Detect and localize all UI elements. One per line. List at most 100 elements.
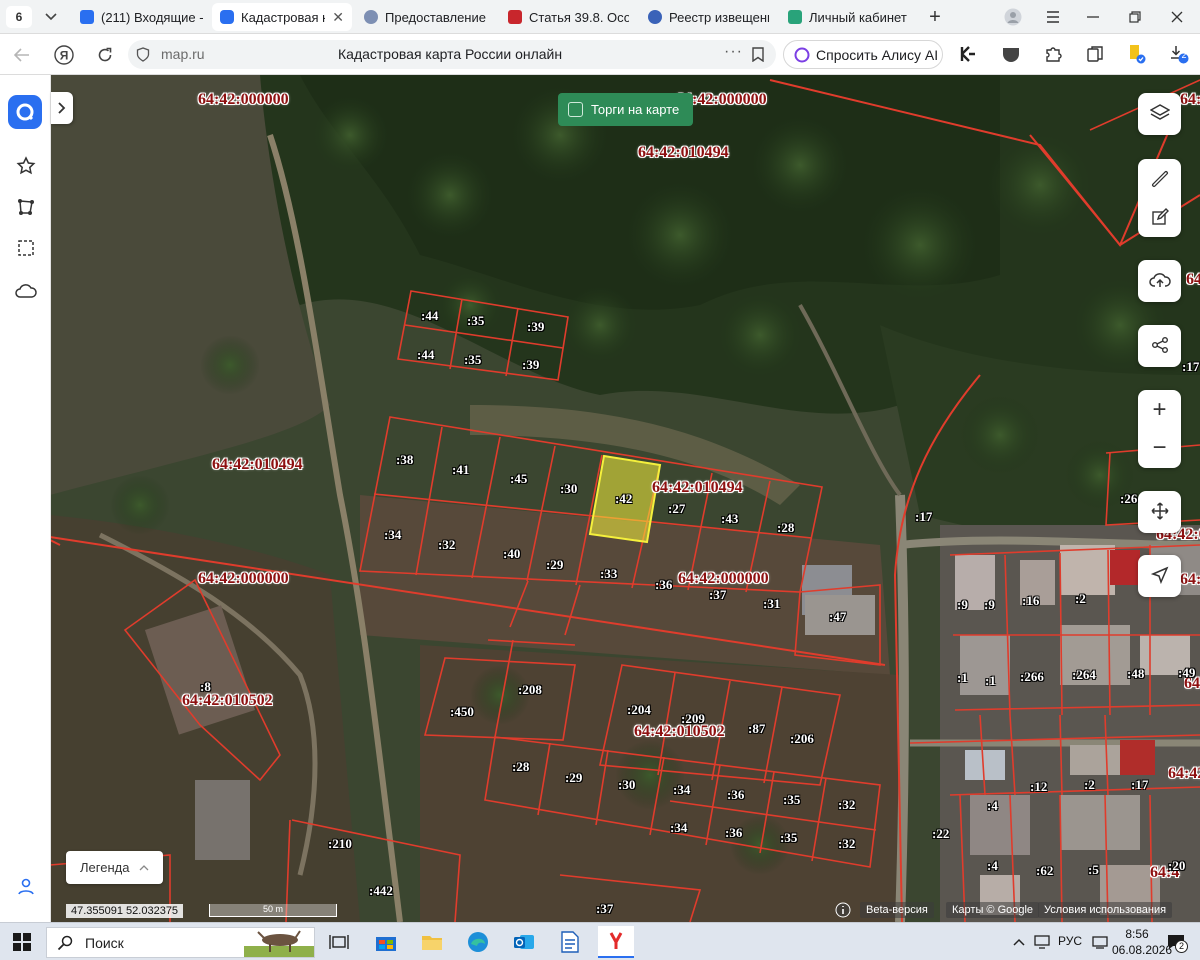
selected-parcel-42[interactable] — [588, 454, 662, 544]
windows-taskbar: Поиск РУС 8:56 06.08.2026 2 — [0, 922, 1200, 960]
auctions-on-map-toggle[interactable]: Торги на карте — [558, 93, 693, 126]
eagle-icon — [648, 10, 662, 24]
windows-start-icon[interactable] — [8, 928, 36, 956]
new-tab-plus-icon[interactable]: + — [924, 6, 946, 28]
legend-label: Легенда — [80, 860, 130, 875]
pan-control[interactable] — [1138, 491, 1181, 533]
search-icon — [57, 935, 73, 950]
downloads-badge: 2 — [1181, 50, 1187, 60]
select-area-icon[interactable] — [13, 235, 39, 261]
alice-label: Спросить Алису AI — [816, 46, 939, 63]
notification-count-badge: 2 — [1175, 940, 1188, 953]
zoom-control: + − — [1138, 390, 1181, 468]
tray-display-icon[interactable] — [1032, 928, 1052, 956]
ruler-icon[interactable] — [1138, 159, 1181, 199]
geolocation-control[interactable] — [1138, 555, 1181, 597]
microsoft-store-icon[interactable] — [372, 928, 400, 956]
close-window-icon[interactable] — [1166, 6, 1188, 28]
menu-icon[interactable] — [1042, 6, 1064, 28]
close-tab-icon[interactable]: ✕ — [332, 9, 344, 26]
restore-icon[interactable] — [1124, 6, 1146, 28]
tab-predostavlenie[interactable]: Предоставление — [356, 3, 496, 31]
search-label: Поиск — [85, 934, 124, 951]
extensions-puzzle-icon[interactable] — [1042, 43, 1064, 65]
downloads-icon[interactable]: 2 — [1168, 43, 1190, 65]
svg-text:Я: Я — [60, 49, 69, 63]
taskbar-search-box[interactable]: Поиск — [46, 927, 315, 958]
auctions-checkbox[interactable] — [568, 102, 583, 117]
tab-label: Личный кабинет — [809, 9, 907, 25]
beta-label: Beta-версия — [860, 902, 934, 918]
tab-label: Статья 39.8. Особ — [529, 9, 629, 25]
edge-browser-icon[interactable] — [464, 928, 492, 956]
yandex-browser-taskbar-icon[interactable] — [598, 926, 634, 958]
tab-cadastral-map[interactable]: Кадастровая к ✕ — [212, 3, 352, 31]
pocket-extension-icon[interactable] — [1000, 43, 1022, 65]
notes-app-icon[interactable] — [556, 928, 584, 956]
mail-icon — [80, 10, 94, 24]
tab-count-badge[interactable]: 6 — [6, 6, 32, 28]
upload-control[interactable] — [1138, 260, 1181, 302]
clock-date: 06.08.2026 — [1112, 943, 1173, 957]
share-control[interactable] — [1138, 325, 1181, 367]
more-dots-icon[interactable]: ··· — [724, 43, 743, 61]
edit-pencil-icon[interactable] — [1138, 199, 1181, 235]
zoom-out-button[interactable]: − — [1138, 430, 1181, 466]
kaspersky-extension-icon[interactable] — [958, 43, 980, 65]
file-explorer-icon[interactable] — [418, 928, 446, 956]
info-icon[interactable] — [835, 902, 851, 921]
collections-icon[interactable] — [1084, 43, 1106, 65]
back-arrow-icon[interactable] — [10, 43, 34, 67]
terms-link[interactable]: Условия использования — [1038, 902, 1173, 918]
ask-alice-button[interactable]: Спросить Алису AI — [783, 40, 943, 69]
notifications-icon[interactable]: 2 — [1162, 928, 1190, 956]
layers-icon[interactable] — [1138, 93, 1181, 133]
language-indicator[interactable]: РУС — [1058, 934, 1082, 948]
search-highlight-illustration — [244, 930, 314, 957]
tab-list-chevron-icon[interactable] — [40, 6, 62, 28]
attribution-label: Карты © Google — [946, 902, 1040, 918]
map-site-icon — [220, 10, 234, 24]
profile-avatar-icon[interactable] — [1002, 6, 1024, 28]
tab-statya[interactable]: Статья 39.8. Особ — [500, 3, 638, 31]
cabinet-icon — [788, 10, 802, 24]
left-sidebar — [0, 75, 51, 922]
network-icon[interactable] — [1090, 928, 1110, 956]
page-title: Кадастровая карта России онлайн — [338, 46, 563, 62]
polygon-tool-icon[interactable] — [13, 194, 39, 220]
map-status-bar: 47.355091 52.032375 50 m — [66, 902, 337, 919]
measure-edit-group — [1138, 159, 1181, 237]
tab-inbox[interactable]: (211) Входящие - — [72, 3, 210, 31]
share-icon[interactable] — [1138, 325, 1181, 365]
move-arrows-icon[interactable] — [1138, 491, 1181, 531]
tab-label: Реестр извещени — [669, 9, 769, 25]
cloud-upload-icon[interactable] — [1138, 260, 1181, 300]
task-view-icon[interactable] — [325, 928, 353, 956]
tab-cabinet[interactable]: Личный кабинет — [780, 3, 920, 31]
outlook-icon[interactable] — [510, 928, 538, 956]
sidebar-expand-chevron-icon[interactable] — [51, 92, 73, 124]
locate-arrow-icon[interactable] — [1138, 555, 1181, 595]
clock-time: 8:56 — [1125, 927, 1149, 941]
legend-button[interactable]: Легенда — [66, 851, 163, 884]
yandex-logo-icon[interactable]: Я — [52, 43, 76, 67]
tab-reestr[interactable]: Реестр извещени — [640, 3, 780, 31]
emblem-icon — [364, 10, 378, 24]
tray-chevron-up-icon[interactable] — [1010, 928, 1028, 956]
bookmark-icon[interactable] — [752, 47, 764, 67]
zoom-in-button[interactable]: + — [1138, 390, 1181, 430]
cloud-icon[interactable] — [13, 278, 39, 304]
coordinates-readout: 47.355091 52.032375 — [66, 903, 184, 918]
favorites-star-icon[interactable] — [13, 153, 39, 179]
shield-icon[interactable] — [136, 47, 150, 67]
minimize-icon[interactable] — [1082, 6, 1104, 28]
map-canvas[interactable]: 64:42:000000 64:42:000000 64:42:010494 6… — [0, 75, 1200, 922]
yandex-disk-extension-icon[interactable] — [1126, 43, 1148, 65]
layers-control[interactable] — [1138, 93, 1181, 135]
clock[interactable]: 8:56 06.08.2026 — [1112, 926, 1173, 958]
reload-icon[interactable] — [93, 43, 117, 67]
address-bar: Я map.ru Кадастровая карта России онлайн… — [0, 34, 1200, 75]
user-profile-icon[interactable] — [13, 873, 39, 899]
url-field[interactable]: map.ru Кадастровая карта России онлайн ·… — [128, 40, 776, 69]
app-logo-icon[interactable] — [8, 95, 42, 129]
